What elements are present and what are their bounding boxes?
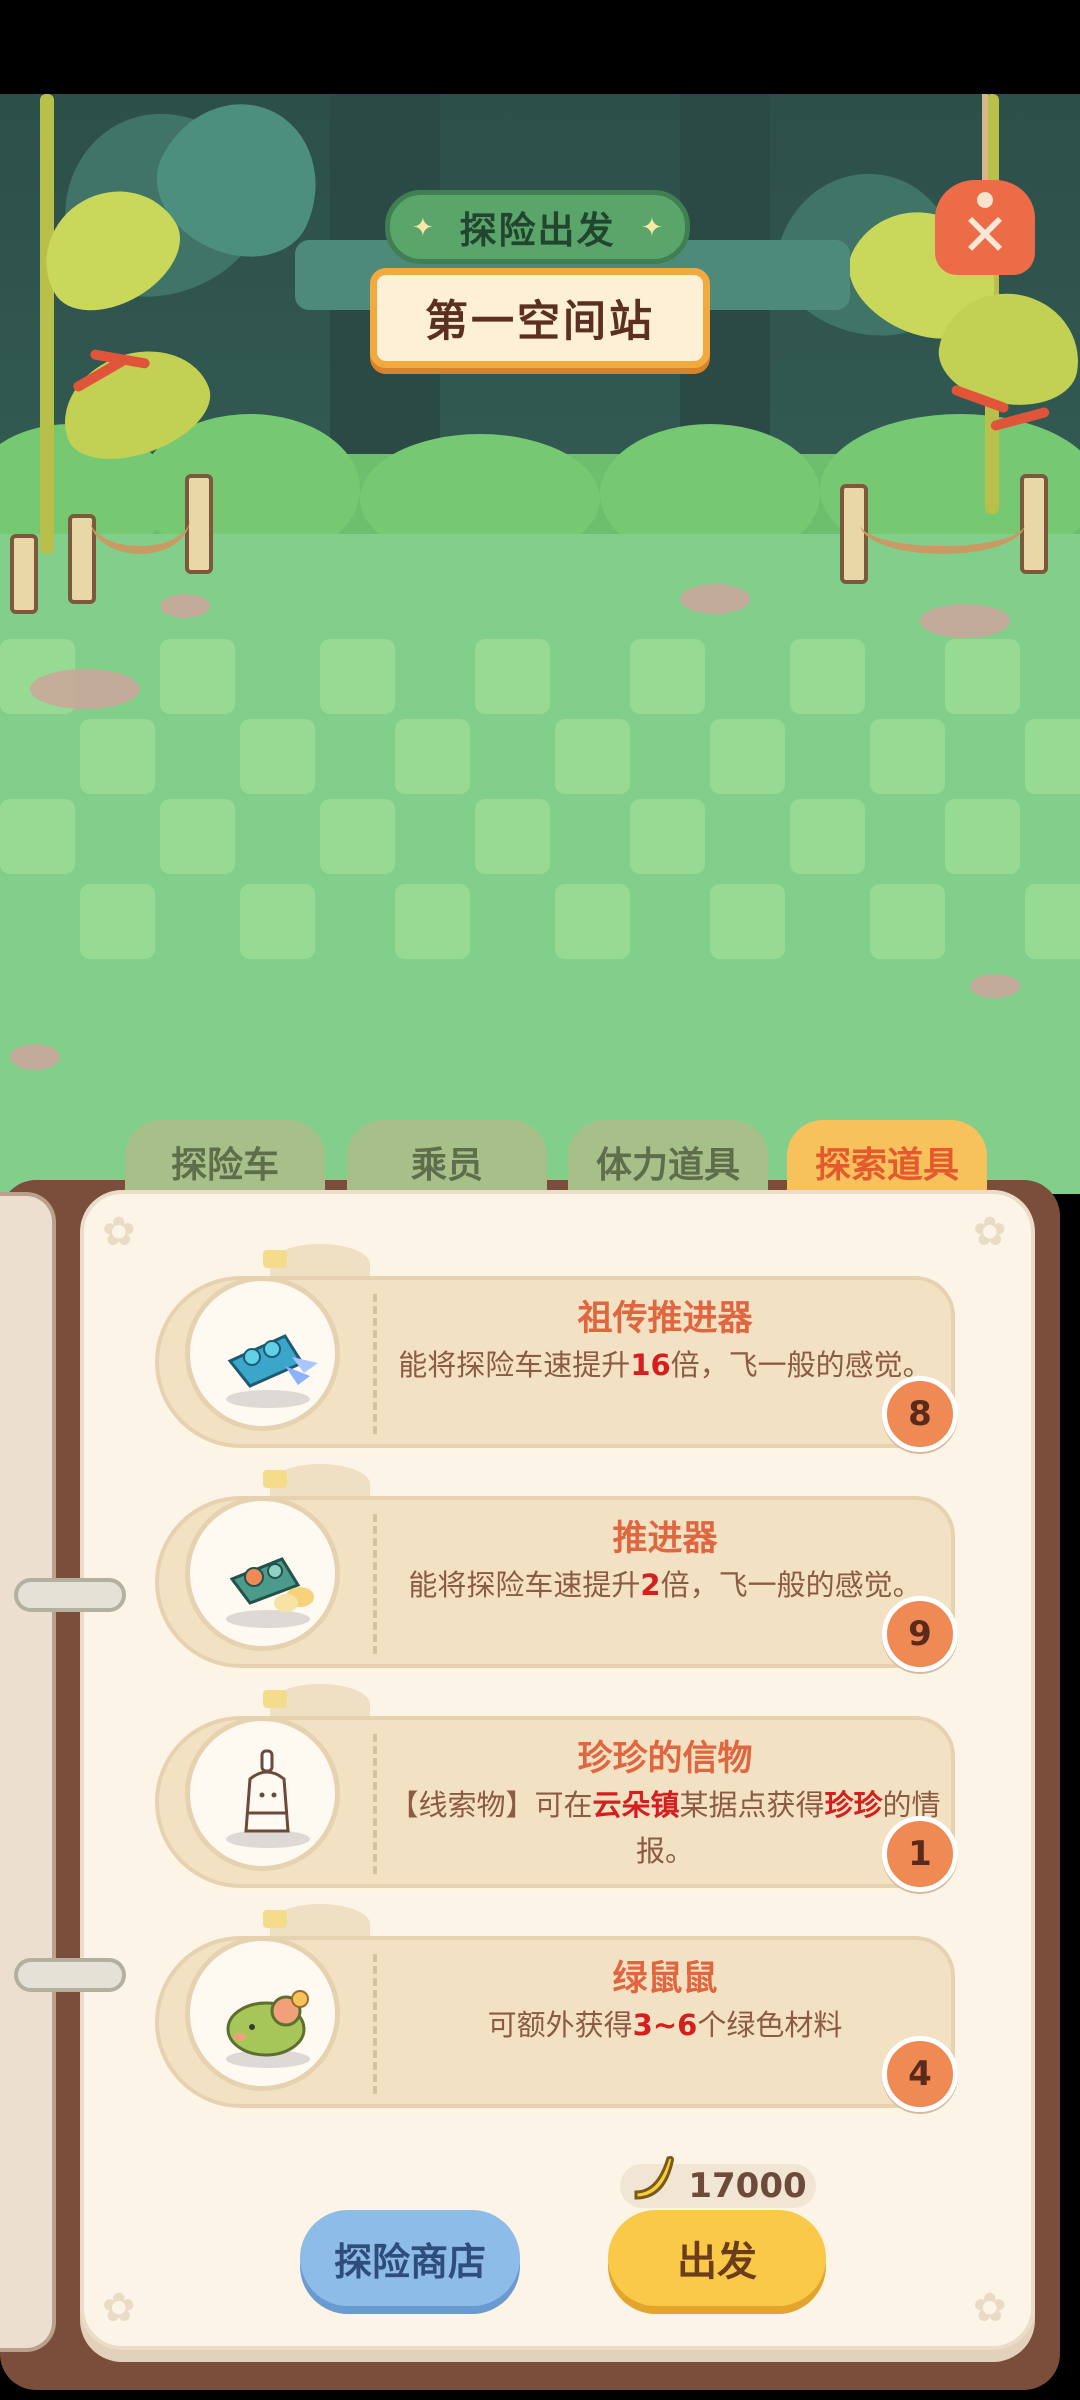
thruster-icon: [185, 1496, 340, 1651]
item-title: 珍珍的信物: [577, 1739, 753, 1779]
station-plate: 第一空间站: [370, 268, 710, 368]
paw-icon: ✿: [973, 2285, 1007, 2331]
status-bar: [0, 0, 1080, 94]
bottle-token-icon: [185, 1716, 340, 1871]
binder-ring: [14, 1578, 126, 1612]
item-title: 推进器: [612, 1519, 718, 1559]
tab-bar: 探险车 乘员 体力道具 探索道具: [125, 1120, 995, 1210]
currency-amount: 17000: [688, 2166, 807, 2206]
depart-button[interactable]: 出发: [608, 2210, 826, 2306]
green-mouse-icon: [185, 1936, 340, 2091]
station-name: 第一空间站: [425, 297, 655, 347]
sparkle-icon: ✦: [412, 213, 434, 243]
list-item[interactable]: 珍珍的信物 【线索物】可在云朵镇某据点获得珍珍的情报。 1: [155, 1684, 960, 1892]
banana-icon: [628, 2148, 676, 2204]
list-item[interactable]: 推进器 能将探险车速提升2倍，飞一般的感觉。 9: [155, 1464, 960, 1672]
item-count-badge: 4: [882, 2036, 958, 2112]
item-count-badge: 9: [882, 1596, 958, 1672]
explore-shop-button[interactable]: 探险商店: [300, 2210, 520, 2306]
item-count-badge: 1: [882, 1816, 958, 1892]
banner-title: 探险出发: [459, 209, 616, 252]
list-item[interactable]: 绿鼠鼠 可额外获得3~6个绿色材料 4: [155, 1904, 960, 2112]
item-description: 【线索物】可在云朵镇某据点获得珍珍的情报。: [389, 1788, 941, 1868]
item-title: 绿鼠鼠: [612, 1959, 718, 1999]
list-item[interactable]: 祖传推进器 能将探险车速提升16倍，飞一般的感觉。 8: [155, 1244, 960, 1452]
paw-icon: ✿: [102, 1209, 136, 1255]
item-description: 能将探险车速提升16倍，飞一般的感觉。: [398, 1348, 932, 1382]
ancestral-thruster-icon: [185, 1276, 340, 1431]
sparkle-icon: ✦: [641, 213, 663, 243]
close-tag-string: [982, 94, 988, 194]
notebook-left-page: [0, 1192, 56, 2352]
banner-header: ✦ 探险出发 ✦: [385, 190, 690, 264]
item-title: 祖传推进器: [577, 1299, 753, 1339]
item-count-badge: 8: [882, 1376, 958, 1452]
item-description: 能将探险车速提升2倍，飞一般的感觉。: [408, 1568, 922, 1602]
binder-ring: [14, 1958, 126, 1992]
paw-icon: ✿: [102, 2285, 136, 2331]
paw-icon: ✿: [973, 1209, 1007, 1255]
item-description: 可额外获得3~6个绿色材料: [487, 2008, 843, 2042]
close-button[interactable]: ✕: [935, 180, 1035, 275]
close-icon: ✕: [960, 200, 1010, 269]
